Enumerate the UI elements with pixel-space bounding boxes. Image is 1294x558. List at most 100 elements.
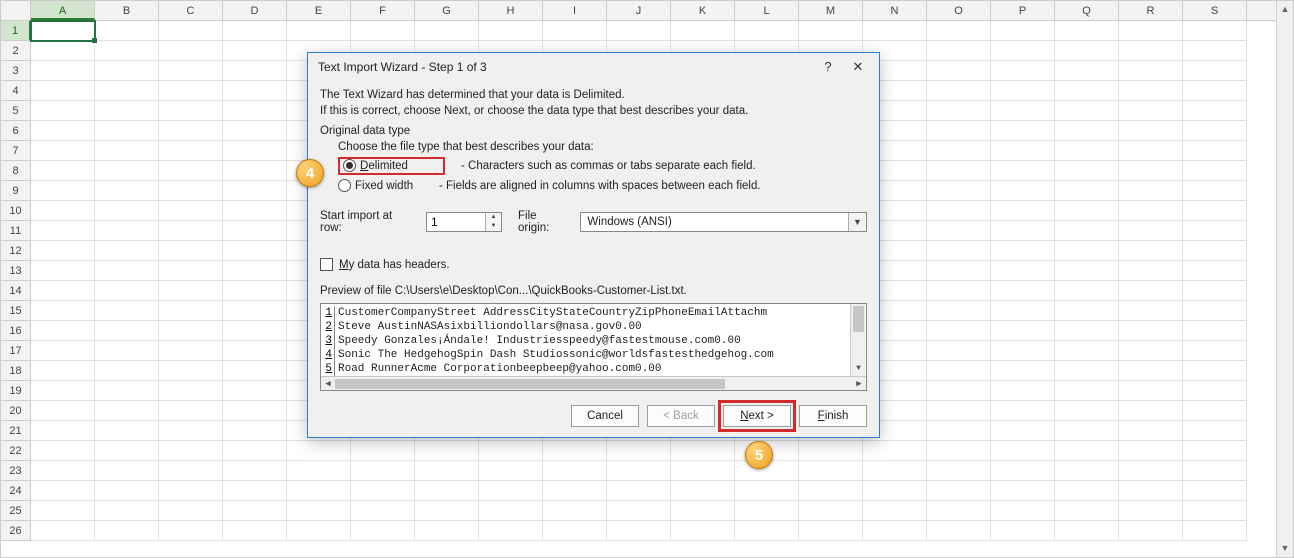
cell[interactable] — [991, 21, 1055, 41]
cell[interactable] — [1055, 61, 1119, 81]
cell[interactable] — [159, 461, 223, 481]
cell[interactable] — [1183, 381, 1247, 401]
row-header[interactable]: 25 — [1, 501, 31, 521]
cell[interactable] — [1183, 301, 1247, 321]
cell[interactable] — [1119, 121, 1183, 141]
row-header[interactable]: 8 — [1, 161, 31, 181]
cell[interactable] — [1183, 61, 1247, 81]
cell[interactable] — [1119, 21, 1183, 41]
cell[interactable] — [1119, 41, 1183, 61]
cell[interactable] — [1055, 401, 1119, 421]
cell[interactable] — [95, 461, 159, 481]
cell[interactable] — [1055, 281, 1119, 301]
row-header[interactable]: 3 — [1, 61, 31, 81]
cell[interactable] — [159, 501, 223, 521]
cell[interactable] — [1055, 181, 1119, 201]
cell[interactable] — [31, 261, 95, 281]
cell[interactable] — [159, 41, 223, 61]
cell[interactable] — [991, 101, 1055, 121]
preview-vscroll-thumb[interactable] — [853, 306, 864, 332]
cell[interactable] — [95, 161, 159, 181]
cell[interactable] — [927, 21, 991, 41]
cell[interactable] — [415, 481, 479, 501]
cell[interactable] — [95, 421, 159, 441]
cell[interactable] — [159, 321, 223, 341]
cell[interactable] — [1119, 321, 1183, 341]
cell[interactable] — [159, 141, 223, 161]
cell[interactable] — [735, 481, 799, 501]
column-header-N[interactable]: N — [863, 1, 927, 20]
cell[interactable] — [479, 481, 543, 501]
cell[interactable] — [1183, 361, 1247, 381]
cell[interactable] — [95, 521, 159, 541]
row-header[interactable]: 9 — [1, 181, 31, 201]
cell[interactable] — [543, 501, 607, 521]
cell[interactable] — [223, 221, 287, 241]
cell[interactable] — [159, 481, 223, 501]
cell[interactable] — [159, 21, 223, 41]
cell[interactable] — [927, 181, 991, 201]
cell[interactable] — [991, 121, 1055, 141]
row-header[interactable]: 19 — [1, 381, 31, 401]
cell[interactable] — [927, 401, 991, 421]
cell[interactable] — [31, 141, 95, 161]
cell[interactable] — [671, 481, 735, 501]
cell[interactable] — [351, 481, 415, 501]
cell[interactable] — [31, 341, 95, 361]
cell[interactable] — [159, 281, 223, 301]
cell[interactable] — [31, 81, 95, 101]
cell[interactable] — [991, 81, 1055, 101]
cell[interactable] — [927, 381, 991, 401]
preview-scroll-right-icon[interactable]: ▶ — [852, 379, 866, 389]
cell[interactable] — [95, 61, 159, 81]
cell[interactable] — [95, 441, 159, 461]
cell[interactable] — [223, 341, 287, 361]
cell[interactable] — [927, 81, 991, 101]
cell[interactable] — [927, 281, 991, 301]
cell[interactable] — [31, 321, 95, 341]
cancel-button[interactable]: Cancel — [571, 405, 639, 427]
cell[interactable] — [31, 421, 95, 441]
cell[interactable] — [991, 401, 1055, 421]
cell[interactable] — [927, 41, 991, 61]
cell[interactable] — [1183, 481, 1247, 501]
cell[interactable] — [159, 221, 223, 241]
column-header-O[interactable]: O — [927, 1, 991, 20]
cell[interactable] — [287, 21, 351, 41]
row-header[interactable]: 20 — [1, 401, 31, 421]
cell[interactable] — [479, 441, 543, 461]
cell[interactable] — [31, 441, 95, 461]
column-header-L[interactable]: L — [735, 1, 799, 20]
column-header-M[interactable]: M — [799, 1, 863, 20]
cell[interactable] — [991, 261, 1055, 281]
cell[interactable] — [607, 521, 671, 541]
cell[interactable] — [31, 61, 95, 81]
cell[interactable] — [95, 381, 159, 401]
cell[interactable] — [95, 101, 159, 121]
column-header-P[interactable]: P — [991, 1, 1055, 20]
cell[interactable] — [1183, 281, 1247, 301]
cell[interactable] — [1119, 181, 1183, 201]
cell[interactable] — [799, 481, 863, 501]
cell[interactable] — [991, 321, 1055, 341]
cell[interactable] — [1119, 421, 1183, 441]
select-all-corner[interactable] — [1, 1, 31, 21]
preview-hscroll-thumb[interactable] — [335, 379, 725, 389]
cell[interactable] — [31, 241, 95, 261]
column-header-E[interactable]: E — [287, 1, 351, 20]
cell[interactable] — [607, 21, 671, 41]
cell[interactable] — [1119, 241, 1183, 261]
cell[interactable] — [31, 181, 95, 201]
cell[interactable] — [1055, 261, 1119, 281]
cell[interactable] — [95, 121, 159, 141]
cell[interactable] — [799, 441, 863, 461]
cell[interactable] — [1183, 241, 1247, 261]
cell[interactable] — [159, 241, 223, 261]
fixed-width-radio-label[interactable]: Fixed width — [355, 180, 435, 192]
cell[interactable] — [927, 221, 991, 241]
cell[interactable] — [31, 461, 95, 481]
cell[interactable] — [223, 41, 287, 61]
cell[interactable] — [159, 101, 223, 121]
cell[interactable] — [223, 21, 287, 41]
cell[interactable] — [735, 501, 799, 521]
